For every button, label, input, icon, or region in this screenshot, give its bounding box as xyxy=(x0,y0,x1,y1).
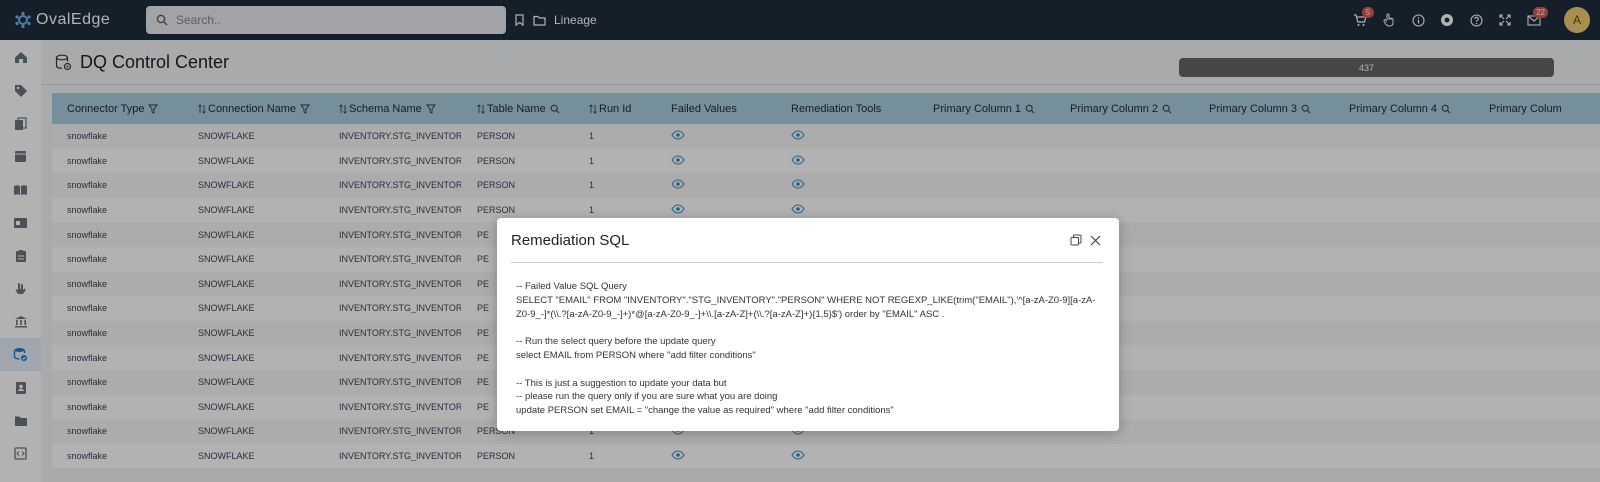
sql-line: -- Failed Value SQL Query xyxy=(516,281,627,292)
remediation-sql-modal: Remediation SQL -- Failed Value SQL Quer… xyxy=(497,218,1119,431)
close-button[interactable] xyxy=(1090,235,1101,246)
sql-line: SELECT "EMAIL" FROM "INVENTORY"."STG_INV… xyxy=(516,294,1096,320)
sql-line: -- Run the select query before the updat… xyxy=(516,336,716,348)
close-icon xyxy=(1090,235,1101,245)
sql-line: -- please run the query only if you are … xyxy=(516,391,778,403)
modal-divider xyxy=(511,262,1103,263)
copy-button[interactable] xyxy=(1070,234,1082,246)
sql-line: select EMAIL from PERSON where "add filt… xyxy=(516,349,756,361)
modal-title: Remediation SQL xyxy=(511,232,630,249)
sql-text: -- Failed Value SQL Query SELECT "EMAIL" … xyxy=(516,280,1096,418)
copy-icon xyxy=(1070,234,1082,246)
sql-blank-line xyxy=(516,321,1096,335)
sql-line: -- This is just a suggestion to update y… xyxy=(516,377,727,389)
modal-actions xyxy=(1062,234,1101,246)
sql-line: update PERSON set EMAIL = "change the va… xyxy=(516,405,894,417)
sql-blank-line xyxy=(516,363,1096,377)
